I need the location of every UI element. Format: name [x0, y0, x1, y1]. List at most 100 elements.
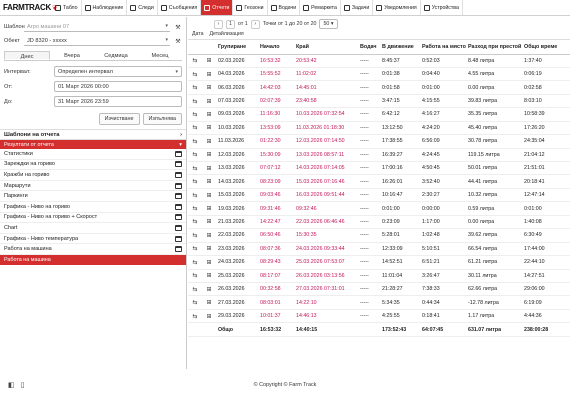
table-row[interactable]: ⇆ ⊞ 27.03.2026 08:03:01 14:22:10 ----- 5:34:35…: [188, 295, 570, 310]
layout-toggle-icon[interactable]: ▯: [21, 381, 25, 389]
table-row[interactable]: ⇆ ⊞ 10.03.2026 13:53:09 11.03.2026 01:18:30-…: [188, 121, 570, 136]
result-list-item[interactable]: Работа на машина: [0, 244, 186, 255]
calendar-icon[interactable]: [175, 171, 182, 178]
table-row[interactable]: ⇆ ⊞ 06.03.2026 14:42:03 14:45:01 ----- 0:01:58…: [188, 80, 570, 95]
route-icon[interactable]: ⇆: [188, 242, 202, 257]
object-select[interactable]: JD 8320 - xxxxx ▾: [24, 36, 170, 46]
period-tab-0[interactable]: Днес: [4, 51, 50, 60]
expand-icon[interactable]: ⊞: [202, 228, 216, 243]
interval-select[interactable]: Определен интервал ▾: [54, 66, 182, 77]
expand-icon[interactable]: ⊞: [202, 309, 216, 324]
period-tab-3[interactable]: Месец: [138, 51, 182, 60]
column-header[interactable]: [202, 40, 216, 55]
route-icon[interactable]: ⇆: [188, 80, 202, 95]
expand-icon[interactable]: ⊞: [202, 80, 216, 95]
column-header[interactable]: Начало: [258, 40, 294, 55]
expand-icon[interactable]: ⊞: [202, 148, 216, 163]
expand-icon[interactable]: ⊞: [202, 67, 216, 82]
expand-icon[interactable]: ⊞: [202, 201, 216, 216]
table-row[interactable]: ⇆ ⊞ 07.03.2026 02:07:39 23:40:58 ----- 3:47:15…: [188, 94, 570, 109]
app-logo[interactable]: FARMTRACK ❦: [0, 0, 58, 15]
table-row[interactable]: ⇆ ⊞ 13.03.2026 07:07:12 14.03.2026 07:14:05-…: [188, 161, 570, 176]
calendar-icon[interactable]: [175, 224, 182, 231]
table-row[interactable]: ⇆ ⊞ 09.03.2026 11:16:30 10.03.2026 07:32:54-…: [188, 107, 570, 122]
expand-icon[interactable]: ⊞: [202, 255, 216, 270]
nav-item-0[interactable]: Табло: [52, 0, 82, 15]
expand-icon[interactable]: ⊞: [202, 121, 216, 136]
route-icon[interactable]: ⇆: [188, 269, 202, 283]
next-page-button[interactable]: ›: [250, 19, 260, 29]
expand-icon[interactable]: ⊞: [202, 174, 216, 189]
subtab-0[interactable]: Дата: [192, 31, 204, 39]
result-list-item[interactable]: Кражби на гориво: [0, 170, 186, 181]
expand-icon[interactable]: ⊞: [202, 54, 216, 68]
route-icon[interactable]: ⇆: [188, 228, 202, 243]
expand-icon[interactable]: ⊞: [202, 242, 216, 257]
expand-icon[interactable]: ⊞: [202, 94, 216, 109]
route-icon[interactable]: ⇆: [188, 148, 202, 163]
calendar-icon[interactable]: [175, 161, 182, 168]
calendar-icon[interactable]: [175, 193, 182, 200]
calendar-icon[interactable]: [175, 150, 182, 157]
table-row[interactable]: ⇆ ⊞ 02.03.2026 16:53:32 20:53:42 ----- 8:45:37…: [188, 54, 570, 68]
calendar-icon[interactable]: [175, 235, 182, 242]
route-icon[interactable]: ⇆: [188, 67, 202, 82]
route-icon[interactable]: ⇆: [188, 134, 202, 149]
nav-item-2[interactable]: Следи: [127, 0, 158, 15]
nav-item-4[interactable]: Отчети: [201, 0, 234, 15]
table-row[interactable]: ⇆ ⊞ 29.03.2026 10:01:37 14:46:13 ----- 4:25:55…: [188, 309, 570, 324]
nav-item-10[interactable]: Устройства: [421, 0, 463, 15]
route-icon[interactable]: ⇆: [188, 174, 202, 189]
route-icon[interactable]: ⇆: [188, 188, 202, 203]
table-row[interactable]: ⇆ ⊞ 22.03.2026 06:50:46 15:30:35 ----- 5:28:01…: [188, 228, 570, 243]
route-icon[interactable]: ⇆: [188, 295, 202, 310]
route-icon[interactable]: ⇆: [188, 215, 202, 230]
nav-item-9[interactable]: Уведомления: [373, 0, 421, 15]
nav-item-1[interactable]: Наблюдение: [82, 0, 128, 15]
result-list-item[interactable]: Статистики: [0, 149, 186, 160]
route-icon[interactable]: ⇆: [188, 282, 202, 297]
column-header[interactable]: [188, 40, 202, 55]
page-size-select[interactable]: 50 ▾: [319, 19, 338, 29]
table-row[interactable]: ⇆ ⊞ 21.03.2026 14:22:47 22.03.2026 06:46:46-…: [188, 215, 570, 230]
column-header[interactable]: Групиране: [216, 40, 258, 55]
route-icon[interactable]: ⇆: [188, 201, 202, 216]
table-row[interactable]: ⇆ ⊞ 15.03.2026 09:03:46 16.03.2026 09:51:44-…: [188, 188, 570, 203]
table-row[interactable]: ⇆ ⊞ 12.03.2026 15:30:09 13.03.2026 08:57:11-…: [188, 148, 570, 163]
calendar-icon[interactable]: [175, 246, 182, 253]
nav-item-8[interactable]: Задачи: [341, 0, 374, 15]
template-select[interactable]: Агро машини 07 ▾: [24, 22, 170, 32]
sidebar-toggle-icon[interactable]: ◧: [8, 381, 15, 389]
table-row[interactable]: ⇆ ⊞ 25.03.2026 08:17:07 26.03.2026 03:13:56-…: [188, 269, 570, 283]
result-list-item[interactable]: Зареждки на гориво: [0, 160, 186, 171]
run-button[interactable]: Изпълнява: [142, 113, 182, 125]
from-date-input[interactable]: 01 Март 2026 00:00: [54, 81, 182, 92]
result-list-item[interactable]: Графика - Ниво на гориво: [0, 202, 186, 213]
calendar-icon[interactable]: [175, 214, 182, 221]
expand-icon[interactable]: ⊞: [202, 269, 216, 283]
calendar-icon[interactable]: [175, 182, 182, 189]
results-section-header[interactable]: Резултати от отчета ▾: [0, 140, 186, 149]
expand-icon[interactable]: ⊞: [202, 215, 216, 230]
route-icon[interactable]: ⇆: [188, 121, 202, 136]
column-header[interactable]: Разход при престой: [466, 40, 522, 55]
expand-icon[interactable]: ⊞: [202, 161, 216, 176]
result-list-item[interactable]: Chart: [0, 223, 186, 234]
column-header[interactable]: Общо време: [522, 40, 570, 55]
table-row[interactable]: ⇆ ⊞ 14.03.2026 08:23:09 15.03.2026 07:16:46-…: [188, 174, 570, 189]
period-tab-1[interactable]: Вчера: [50, 51, 94, 60]
column-header[interactable]: Водач: [358, 40, 380, 55]
result-list-item[interactable]: Графика - Ниво температура: [0, 234, 186, 245]
expand-icon[interactable]: ⊞: [202, 295, 216, 310]
expand-icon[interactable]: ⊞: [202, 107, 216, 122]
result-list-item[interactable]: Паркинги: [0, 191, 186, 202]
route-icon[interactable]: ⇆: [188, 94, 202, 109]
table-row[interactable]: ⇆ ⊞ 11.03.2026 01:22:30 12.03.2026 07:14:50-…: [188, 134, 570, 149]
column-header[interactable]: Край: [294, 40, 358, 55]
table-row[interactable]: ⇆ ⊞ 23.03.2026 08:07:36 24.03.2026 09:33:44-…: [188, 242, 570, 257]
route-icon[interactable]: ⇆: [188, 54, 202, 68]
result-list-item[interactable]: Графика - Ниво на гориво + Скорост: [0, 213, 186, 224]
expand-icon[interactable]: ⊞: [202, 188, 216, 203]
route-icon[interactable]: ⇆: [188, 161, 202, 176]
route-icon[interactable]: ⇆: [188, 255, 202, 270]
